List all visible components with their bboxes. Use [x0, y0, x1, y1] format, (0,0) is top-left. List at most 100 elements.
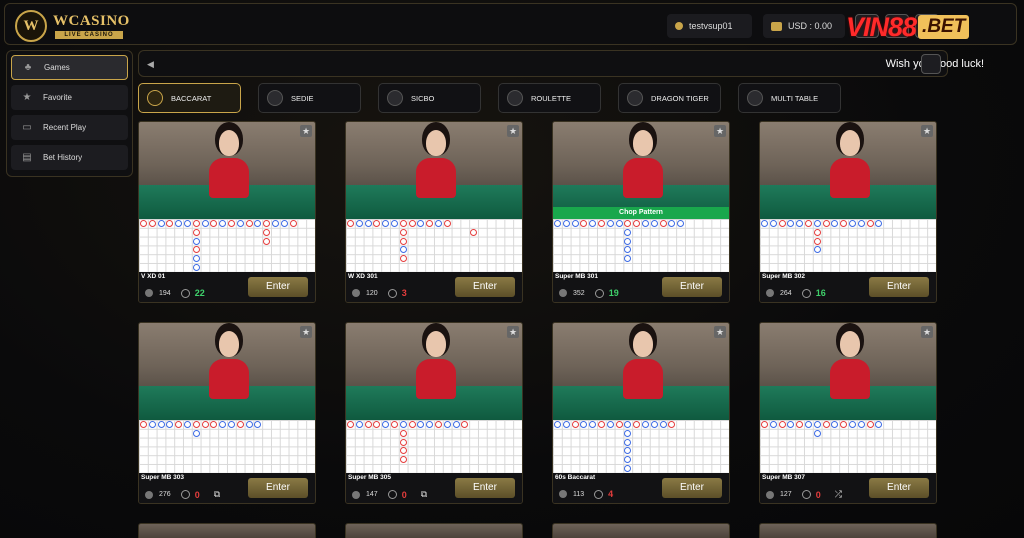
monitor-icon: ▭	[22, 122, 32, 133]
bead-marker	[364, 421, 372, 428]
dealer-video: ★	[553, 323, 729, 420]
bead-marker	[813, 220, 821, 227]
clock-icon	[801, 490, 811, 499]
bead-marker	[399, 246, 407, 254]
user-account[interactable]: testvsup01	[667, 14, 752, 38]
sidebar-item-bet-history[interactable]: ▤ Bet History	[11, 145, 128, 170]
casino-logo[interactable]: W	[15, 10, 47, 42]
balance-box[interactable]: USD : 0.00	[763, 14, 845, 38]
bead-road	[139, 219, 315, 280]
favorite-star-icon[interactable]: ★	[714, 125, 726, 137]
favorite-star-icon[interactable]: ★	[300, 125, 312, 137]
bead-marker	[210, 421, 218, 428]
enter-button[interactable]: Enter	[662, 478, 722, 498]
favorite-star-icon[interactable]: ★	[300, 326, 312, 338]
bead-marker	[624, 447, 632, 455]
dealer	[840, 130, 860, 156]
bead-marker	[192, 228, 200, 236]
bead-marker	[399, 421, 407, 428]
bead-marker	[417, 421, 425, 428]
bead-marker	[228, 220, 235, 227]
bead-marker	[822, 220, 830, 227]
favorite-star-icon[interactable]: ★	[507, 326, 519, 338]
game-card[interactable]: ★ Super MB 303 276 0 ⧉ Enter	[138, 322, 316, 504]
bead-road	[760, 420, 936, 473]
sidebar-item-label: Games	[44, 63, 70, 72]
enter-button[interactable]: Enter	[869, 478, 929, 498]
card-footer: Super MB 303 276 0 ⧉ Enter	[139, 473, 315, 503]
tab-baccarat[interactable]: BACCARAT	[138, 83, 241, 113]
game-card[interactable]: Chop Pattern ★ Super MB 301 352 19 Enter	[552, 121, 730, 303]
favorite-star-icon[interactable]: ★	[921, 125, 933, 137]
bead-marker	[166, 421, 174, 428]
announcement-text: Wish you good luck!	[885, 58, 984, 70]
sidebar-item-games[interactable]: ♣ Games	[11, 55, 128, 80]
dealer	[426, 130, 446, 156]
bead-marker	[805, 220, 812, 227]
bead-marker	[201, 421, 209, 428]
favorite-star-icon[interactable]: ★	[507, 125, 519, 137]
dealer-video: ★	[139, 323, 315, 420]
game-card[interactable]: ★ Super MB 305 147 0 ⧉ Enter	[345, 322, 523, 504]
bead-marker	[624, 438, 632, 446]
bead-marker	[443, 220, 451, 227]
game-card[interactable]: ★ Super MB 302 264 16 Enter	[759, 121, 937, 303]
bead-marker	[822, 421, 830, 428]
bead-marker	[761, 220, 768, 227]
game-card-partial[interactable]	[552, 523, 730, 538]
table-name: V XD 01	[141, 273, 166, 280]
game-card-partial[interactable]	[759, 523, 937, 538]
tab-sedie[interactable]: SEDIE	[258, 83, 361, 113]
bead-marker	[606, 220, 614, 227]
bead-marker	[668, 220, 676, 227]
enter-button[interactable]: Enter	[248, 478, 308, 498]
announcement-button[interactable]	[921, 54, 941, 74]
tab-dragon-tiger[interactable]: DRAGON TIGER	[618, 83, 721, 113]
bead-marker	[796, 421, 804, 428]
game-card-partial[interactable]	[138, 523, 316, 538]
bead-marker	[589, 220, 597, 227]
bead-marker	[659, 220, 667, 227]
card-footer: 60s Baccarat 113 4 Enter	[553, 473, 729, 503]
game-card[interactable]: ★ W XD 301 120 3 Enter	[345, 121, 523, 303]
clock-icon	[180, 490, 190, 499]
tab-roulette[interactable]: ROULETTE	[498, 83, 601, 113]
game-card[interactable]: ★ V XD 01 194 22 Enter	[138, 121, 316, 303]
sidebar-item-recent-play[interactable]: ▭ Recent Play	[11, 115, 128, 140]
enter-button[interactable]: Enter	[869, 277, 929, 297]
player-count: 276	[159, 491, 171, 498]
bead-marker	[347, 421, 354, 428]
game-card[interactable]: ★ Super MB 307 127 0 ⤮ Enter	[759, 322, 937, 504]
game-card[interactable]: ★ 60s Baccarat 113 4 Enter	[552, 322, 730, 504]
game-card-partial[interactable]	[345, 523, 523, 538]
bead-marker	[615, 421, 623, 428]
road-pattern-label: Chop Pattern	[553, 207, 729, 219]
bead-marker	[399, 220, 407, 227]
enter-button[interactable]: Enter	[455, 277, 515, 297]
player-count: 113	[573, 490, 585, 498]
bead-marker	[642, 220, 649, 227]
player-count: 194	[159, 289, 171, 297]
star-icon: ★	[22, 92, 32, 103]
bead-marker	[219, 421, 227, 428]
enter-button[interactable]: Enter	[662, 277, 722, 297]
bead-marker	[615, 220, 623, 227]
enter-button[interactable]: Enter	[248, 277, 308, 297]
bead-marker	[624, 465, 632, 472]
table-name: 60s Baccarat	[555, 474, 596, 481]
favorite-star-icon[interactable]: ★	[921, 326, 933, 338]
bead-marker	[813, 237, 821, 245]
bead-marker	[184, 220, 191, 227]
sidebar-item-favorite[interactable]: ★ Favorite	[11, 85, 128, 110]
bead-marker	[391, 220, 398, 227]
bead-marker	[426, 220, 434, 227]
table-name: Super MB 307	[762, 474, 805, 481]
history-icon: ▤	[22, 152, 32, 163]
favorite-star-icon[interactable]: ★	[714, 326, 726, 338]
enter-button[interactable]: Enter	[455, 478, 515, 498]
card-footer: W XD 301 120 3 Enter	[346, 272, 522, 302]
tab-multi-table[interactable]: MULTI TABLE	[738, 83, 841, 113]
tab-sicbo[interactable]: SICBO	[378, 83, 481, 113]
card-footer: Super MB 301 352 19 Enter	[553, 272, 729, 302]
tab-label: MULTI TABLE	[771, 93, 819, 103]
